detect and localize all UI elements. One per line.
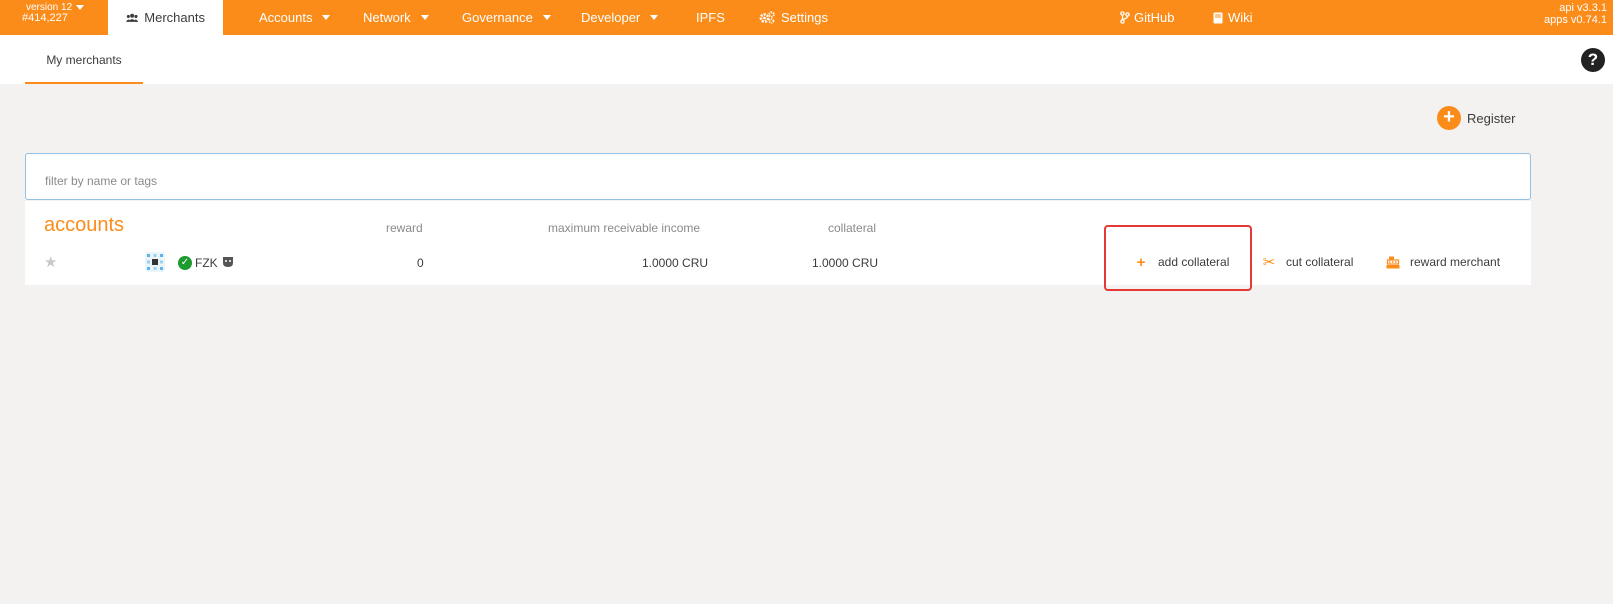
nav-settings-label: Settings [781, 10, 828, 25]
nav-github[interactable]: GitHub [1120, 0, 1174, 35]
plus-icon: + [1136, 253, 1146, 271]
nav-settings[interactable]: Settings [759, 0, 828, 35]
register-button[interactable]: + Register [1437, 106, 1515, 130]
table-header-accounts: accounts [44, 214, 125, 236]
top-navbar: version 12 #414,227 Merchants Accounts N… [0, 0, 1613, 35]
badge-icon [223, 257, 233, 267]
nav-ipfs-label: IPFS [696, 10, 725, 25]
nav-wiki-label: Wiki [1228, 10, 1253, 25]
gears-icon [759, 11, 775, 24]
table-header-reward: reward [386, 221, 423, 235]
row-max-income: 1.0000 CRU [642, 256, 709, 270]
account-name[interactable]: FZK [195, 256, 218, 270]
nav-accounts[interactable]: Accounts [259, 0, 331, 35]
nav-accounts-label: Accounts [259, 10, 313, 25]
reward-merchant-button[interactable]: reward merchant [1386, 252, 1500, 272]
chevron-down-icon [76, 5, 85, 10]
table-header-max-income: maximum receivable income [548, 221, 701, 235]
api-version: api v3.3.1 [1559, 2, 1607, 14]
chevron-down-icon [542, 15, 551, 20]
nav-wiki[interactable]: Wiki [1213, 0, 1253, 35]
nav-ipfs[interactable]: IPFS [696, 0, 725, 35]
filter-input[interactable] [25, 153, 1531, 200]
cut-collateral-button[interactable]: ✂ cut collateral [1262, 252, 1354, 272]
row-collateral: 1.0000 CRU [812, 256, 879, 270]
cut-collateral-label: cut collateral [1286, 255, 1354, 269]
chevron-down-icon [322, 15, 331, 20]
cash-register-icon [1386, 256, 1400, 268]
nav-governance[interactable]: Governance [462, 0, 551, 35]
nav-developer-label: Developer [581, 10, 641, 25]
reward-merchant-label: reward merchant [1410, 255, 1501, 269]
help-icon[interactable]: ? [1581, 48, 1605, 72]
identicon[interactable] [145, 252, 165, 272]
chevron-down-icon [650, 15, 659, 20]
plus-circle-icon: + [1437, 106, 1461, 130]
verified-check-icon: ✓ [178, 256, 192, 270]
scissors-icon: ✂ [1262, 254, 1276, 271]
chevron-down-icon [420, 15, 429, 20]
users-icon [126, 13, 139, 22]
row-reward: 0 [417, 256, 424, 270]
nav-network[interactable]: Network [363, 0, 429, 35]
fork-icon [1120, 11, 1130, 24]
sub-tab-bar: My merchants [0, 35, 1613, 84]
merchants-table [25, 201, 1531, 285]
nav-developer[interactable]: Developer [581, 0, 659, 35]
add-collateral-label: add collateral [1158, 255, 1230, 269]
chain-info-selector[interactable]: version 12 #414,227 [22, 2, 92, 24]
tab-my-merchants-label: My merchants [46, 52, 122, 67]
nav-governance-label: Governance [462, 10, 533, 25]
nav-github-label: GitHub [1134, 10, 1175, 25]
nav-merchants[interactable]: Merchants [108, 0, 223, 35]
apps-version: apps v0.74.1 [1544, 14, 1607, 26]
register-label: Register [1467, 110, 1516, 126]
nav-network-label: Network [363, 10, 411, 25]
version-info: api v3.3.1 apps v0.74.1 [1544, 2, 1607, 26]
nav-merchants-label: Merchants [144, 10, 205, 25]
table-header-collateral: collateral [828, 221, 877, 235]
add-collateral-button[interactable]: + add collateral [1134, 252, 1230, 272]
book-icon [1213, 12, 1223, 23]
block-number: #414,227 [22, 12, 68, 24]
star-icon[interactable]: ★ [44, 255, 57, 270]
tab-my-merchants[interactable]: My merchants [25, 35, 143, 84]
